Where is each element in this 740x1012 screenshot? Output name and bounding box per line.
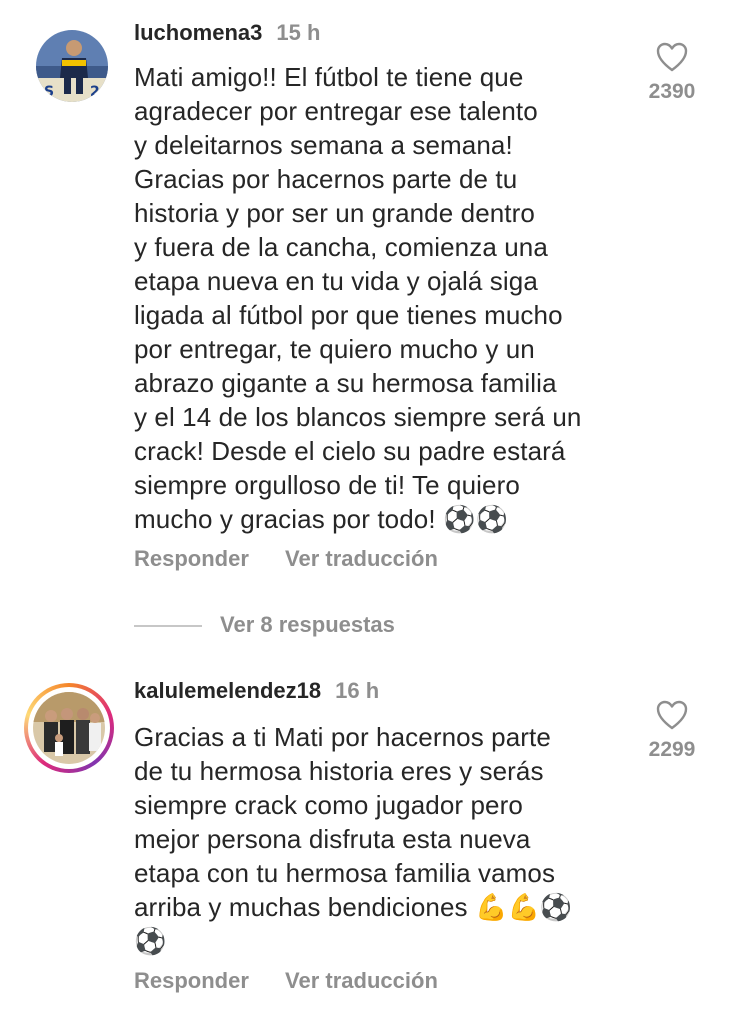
username[interactable]: luchomena3 — [134, 20, 262, 45]
view-replies-label: Ver 8 respuestas — [220, 612, 395, 637]
heart-icon[interactable] — [656, 42, 688, 72]
reply-button[interactable]: Responder — [134, 968, 249, 994]
comment-line: abrazo gigante a su hermosa familia — [134, 368, 557, 398]
comment-line: etapa nueva en tu vida y ojalá siga — [134, 266, 538, 296]
comment-line: de tu hermosa historia eres y serás — [134, 756, 544, 786]
svg-text:S: S — [44, 84, 54, 100]
like-count: 2390 — [648, 80, 696, 103]
comment-line: arriba y muchas bendiciones 💪💪⚽ — [134, 892, 573, 922]
like-count: 2299 — [648, 738, 696, 761]
svg-text:2: 2 — [90, 84, 100, 100]
comment-line: mucho y gracias por todo! ⚽⚽ — [134, 504, 508, 534]
comment-actions: Responder Ver traducción — [134, 968, 468, 994]
comment-line: crack! Desde el cielo su padre estará — [134, 436, 566, 466]
comment-line: siempre orgulloso de ti! Te quiero — [134, 470, 520, 500]
comment-line: Mati amigo!! El fútbol te tiene que — [134, 62, 524, 92]
comment-line: historia y por ser un grande dentro — [134, 198, 535, 228]
story-ring[interactable] — [24, 683, 114, 773]
replies-divider — [134, 625, 202, 628]
comment-line: y el 14 de los blancos siempre será un — [134, 402, 582, 432]
avatar[interactable]: S 2 — [36, 30, 108, 102]
comment-line: y deleitarnos semana a semana! — [134, 130, 513, 160]
comment-header: kalulemelendez18 16 h — [134, 678, 379, 704]
translate-button[interactable]: Ver traducción — [285, 968, 438, 994]
comment-line: mejor persona disfruta esta nueva — [134, 824, 531, 854]
comment-text: Gracias a ti Mati por hacernos parte de … — [134, 720, 624, 958]
comment-line: Gracias por hacernos parte de tu — [134, 164, 518, 194]
comment-line: siempre crack como jugador pero — [134, 790, 523, 820]
comment-line: agradecer por entregar ese talento — [134, 96, 538, 126]
profile-photo-icon — [33, 692, 105, 764]
timestamp: 15 h — [276, 20, 321, 45]
like-column: 2390 — [640, 42, 704, 104]
comment-header: luchomena3 15 h — [134, 20, 320, 46]
comment-line: etapa con tu hermosa familia vamos — [134, 858, 556, 888]
view-replies-button[interactable]: Ver 8 respuestas — [134, 612, 395, 638]
comment-line: y fuera de la cancha, comienza una — [134, 232, 548, 262]
comment-line: por entregar, te quiero mucho y un — [134, 334, 535, 364]
comment-line: ⚽ — [134, 926, 167, 956]
like-column: 2299 — [640, 700, 704, 762]
username[interactable]: kalulemelendez18 — [134, 678, 321, 703]
avatar — [33, 692, 105, 764]
comment-text: Mati amigo!! El fútbol te tiene que agra… — [134, 60, 624, 536]
heart-icon[interactable] — [656, 700, 688, 730]
translate-button[interactable]: Ver traducción — [285, 546, 438, 572]
comment-line: ligada al fútbol por que tienes mucho — [134, 300, 563, 330]
timestamp: 16 h — [335, 678, 380, 703]
reply-button[interactable]: Responder — [134, 546, 249, 572]
profile-photo-icon: S 2 — [36, 30, 108, 102]
comment-actions: Responder Ver traducción — [134, 546, 468, 572]
comment-line: Gracias a ti Mati por hacernos parte — [134, 722, 551, 752]
